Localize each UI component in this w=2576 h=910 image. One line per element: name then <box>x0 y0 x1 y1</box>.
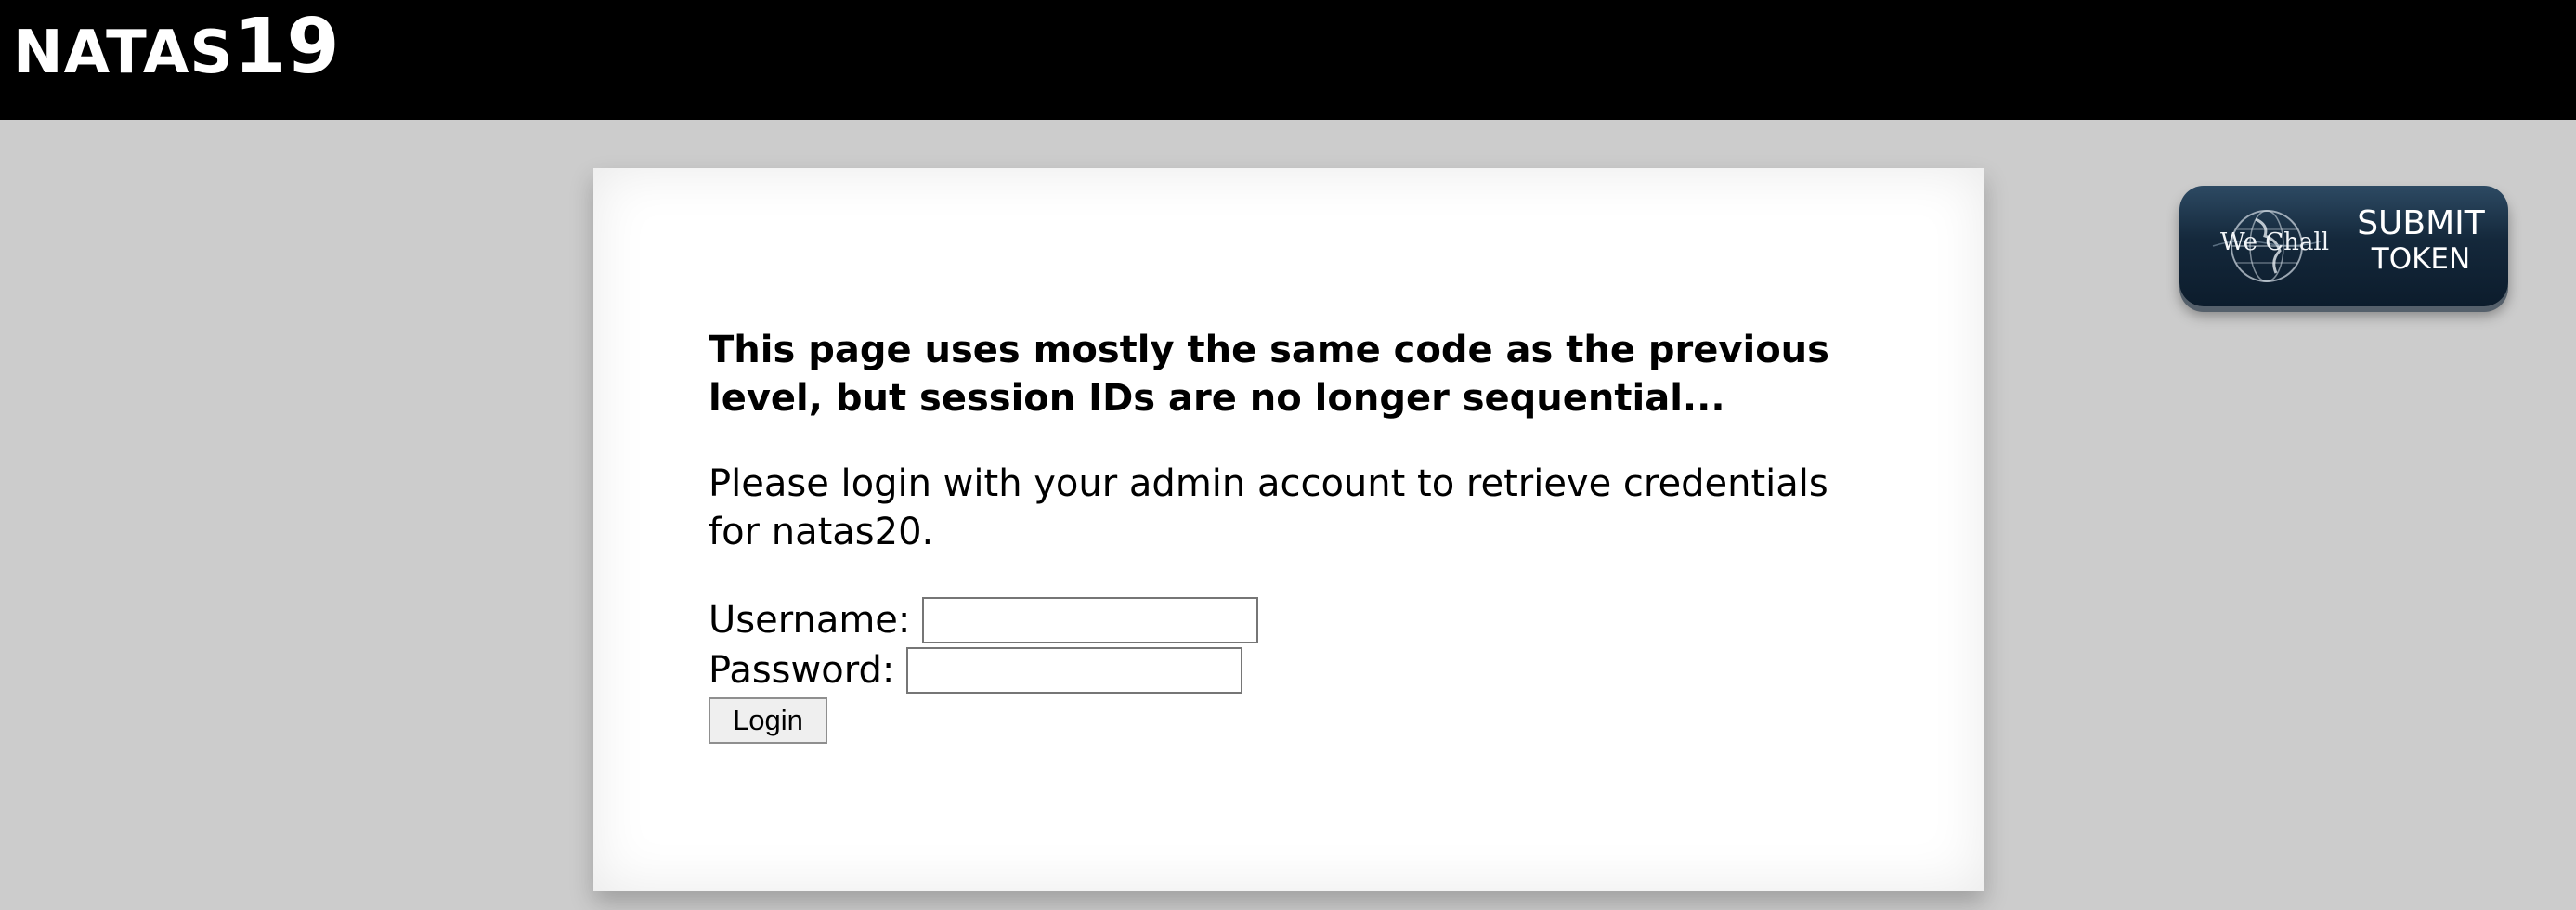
password-row: Password: <box>709 644 1869 694</box>
login-prompt: Please login with your admin account to … <box>709 462 1828 553</box>
page-title-letters: NATAS <box>13 19 234 87</box>
login-form: Username: Password: Login <box>709 593 1869 744</box>
login-button[interactable]: Login <box>709 697 827 744</box>
submit-label: SUBMIT <box>2357 204 2485 242</box>
intro-text: This page uses mostly the same code as t… <box>709 329 1829 420</box>
username-label: Username: <box>709 599 911 642</box>
username-row: Username: <box>709 593 1869 644</box>
username-input[interactable] <box>922 597 1259 644</box>
password-input[interactable] <box>906 647 1243 694</box>
wechall-brand: We Chall <box>2220 228 2330 256</box>
wechall-submit-token-button[interactable]: We Chall SUBMIT TOKEN <box>2179 186 2508 306</box>
password-label: Password: <box>709 649 895 692</box>
content-panel: This page uses mostly the same code as t… <box>593 168 1984 891</box>
header-bar: NATAS19 <box>0 0 2576 120</box>
submit-token-label: SUBMIT TOKEN <box>2351 206 2491 277</box>
page-title-number: 19 <box>233 3 340 91</box>
token-label: TOKEN <box>2371 242 2471 276</box>
page-title: NATAS19 <box>13 9 340 85</box>
